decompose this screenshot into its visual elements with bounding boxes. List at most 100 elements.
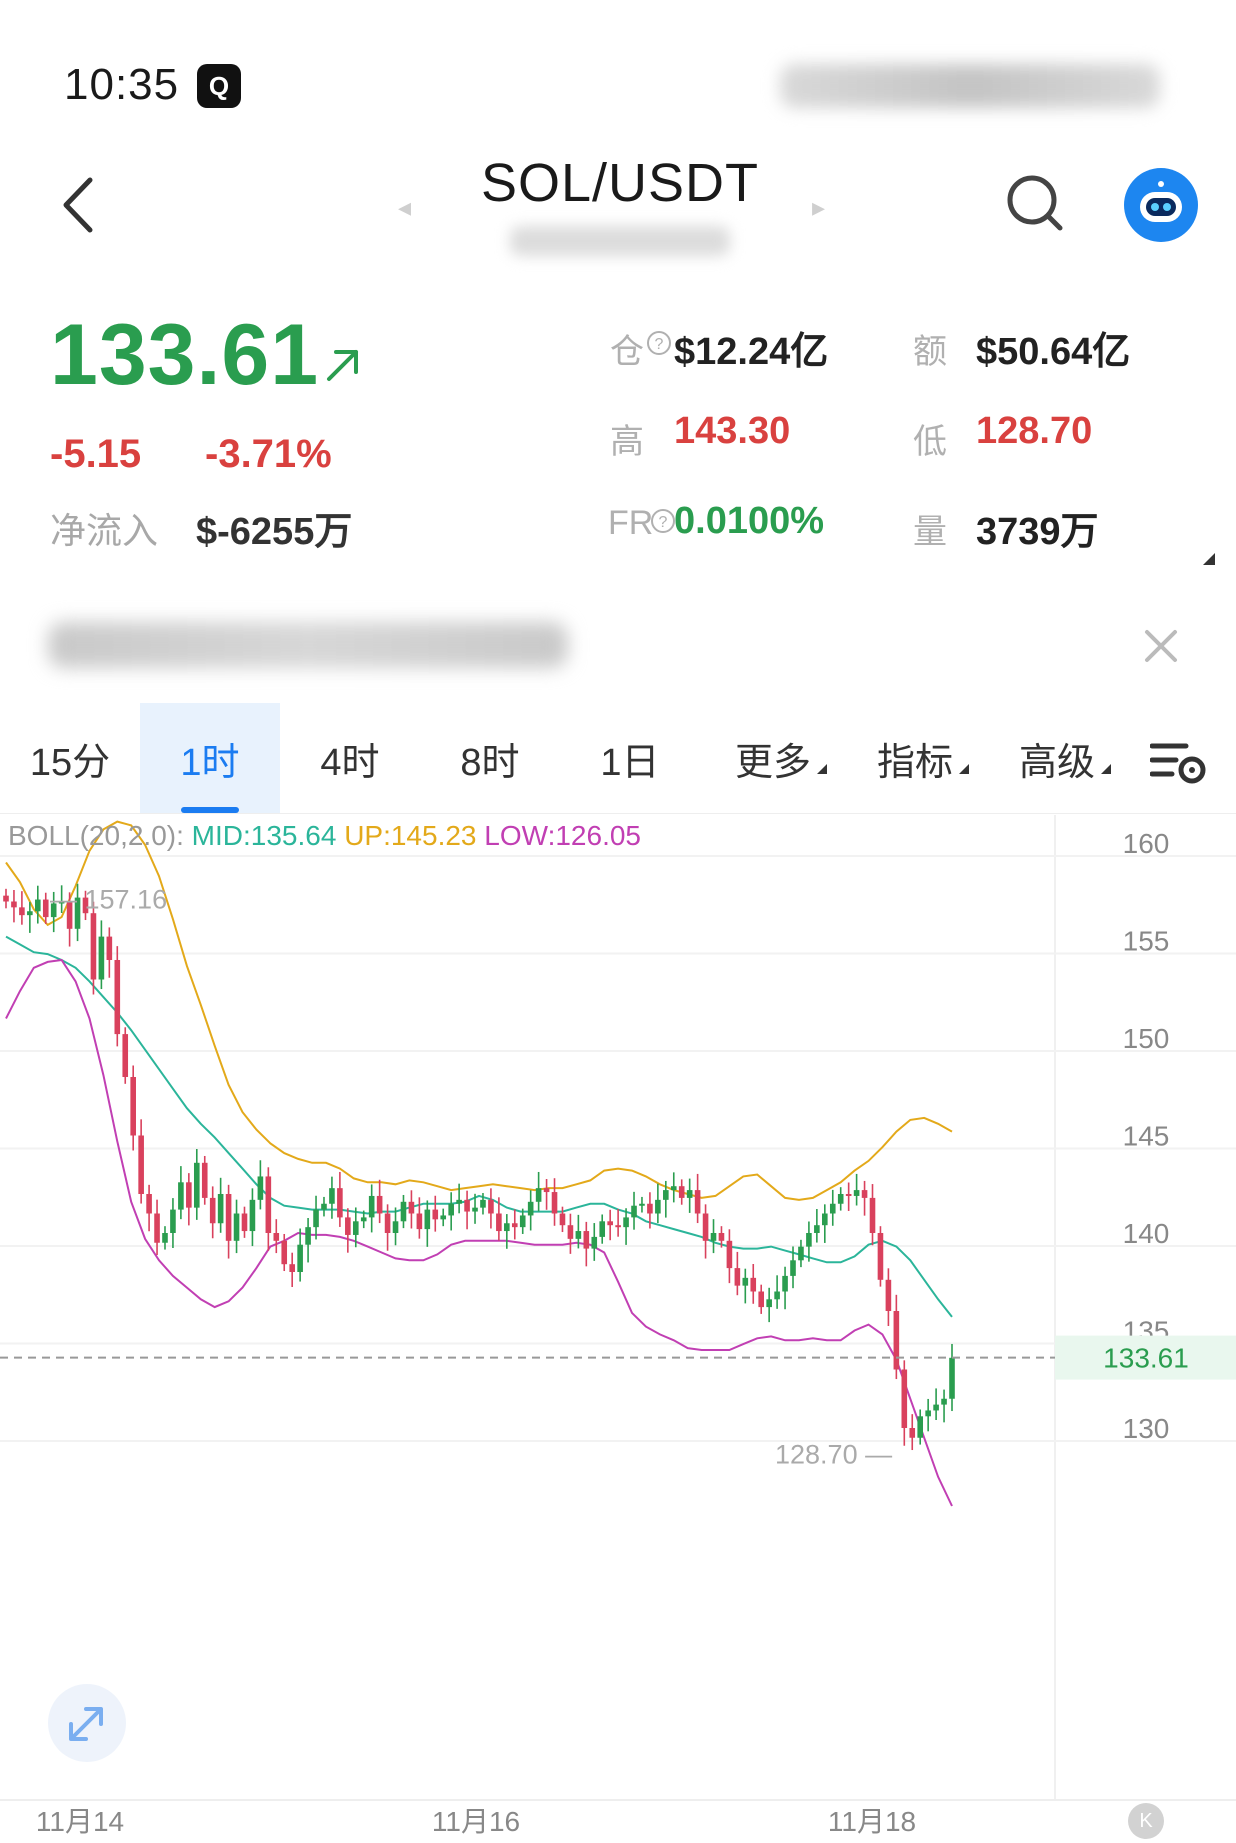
candle-body [663,1190,669,1200]
netflow-value: $-6255万 [196,511,353,553]
candle-body [877,1233,884,1280]
candle-body [209,1197,216,1224]
boll-mid-value: MID:135.64 [191,820,337,851]
expand-stats-icon[interactable] [1203,553,1215,565]
app-notification-icon: Q [197,64,241,108]
tab-more[interactable]: 更多 [716,703,846,813]
candle-body [98,936,105,980]
ad-banner-blurred[interactable] [48,622,568,668]
search-icon[interactable] [1004,172,1068,236]
chart-settings-icon[interactable] [1150,738,1208,788]
candle-body [599,1221,606,1237]
candle-body [511,1223,518,1228]
prev-pair-arrow-icon[interactable]: ◂ [398,192,411,223]
candle-body [869,1197,876,1233]
candle-body [257,1176,264,1200]
candle-body [488,1199,494,1214]
candle-body [766,1299,772,1308]
kline-chart[interactable]: 16015515014514013513011月14 11月16 11月18— 15… [0,815,1236,1843]
candle-body [400,1201,407,1222]
candle-body [567,1225,574,1239]
candle-body [543,1188,550,1193]
x-tick-label: 11月14 [36,1806,124,1837]
tab-8h[interactable]: 8时 [430,703,550,813]
high-value: 143.30 [674,410,791,452]
candle-body [829,1203,836,1214]
candle-body [289,1264,295,1272]
y-tick-label: 145 [1123,1121,1170,1152]
y-tick-label: 140 [1123,1218,1170,1249]
candle-body [27,911,33,916]
candle-body [893,1311,900,1370]
price-change-pct: -3.71% [205,432,332,476]
candle-body [241,1213,248,1232]
boll-up-line [5,820,953,1201]
bot-avatar-icon[interactable] [1124,168,1198,242]
candle-body [734,1268,741,1286]
pair-title[interactable]: SOL/USDT [460,152,780,214]
candle-body [551,1192,558,1214]
tab-1d[interactable]: 1日 [570,703,690,813]
candle-body [750,1277,757,1292]
boll-up-value: UP:145.23 [344,820,477,851]
candle-body [718,1233,725,1241]
candle-body [670,1186,677,1191]
tab-indicators[interactable]: 指标 [858,703,988,813]
candle-body [591,1236,598,1249]
candle-body [193,1162,200,1208]
close-icon[interactable] [1135,620,1187,672]
expand-icon [69,1707,103,1741]
candle-body [806,1233,812,1247]
candle-body [42,899,49,918]
candle-body [694,1190,701,1214]
candle-body [424,1209,431,1230]
y-tick-label: 160 [1123,828,1170,859]
candle-body [106,936,113,960]
candle-body [583,1231,590,1249]
candle-body [472,1207,478,1212]
candle-body [639,1203,645,1206]
candle-body [273,1233,280,1241]
dropdown-icon [817,764,827,774]
back-icon[interactable] [50,170,110,240]
candle-body [432,1209,439,1220]
y-tick-label: 130 [1123,1413,1170,1444]
help-icon[interactable]: ? [646,330,672,356]
candle-body [615,1225,621,1228]
candle-body [130,1077,136,1136]
candle-body [162,1233,168,1243]
dropdown-icon [1101,764,1111,774]
tab-15m[interactable]: 15分 [10,703,130,813]
candle-body [496,1213,502,1232]
candle-body [853,1190,860,1196]
candle-body [90,913,97,980]
candle-body [11,901,17,908]
tab-1h[interactable]: 1时 [140,703,280,813]
candle-body [901,1369,908,1428]
candle-body [3,895,9,902]
y-tick-label: 155 [1123,926,1170,957]
candle-body [909,1428,916,1438]
candle-body [345,1217,351,1235]
tab-4h[interactable]: 4时 [290,703,410,813]
candle-body [726,1240,733,1269]
candle-body [146,1194,152,1214]
turnover-label: 额 [913,333,947,371]
dropdown-icon [959,764,969,774]
tab-advanced[interactable]: 高级 [1000,703,1130,813]
fullscreen-button[interactable] [48,1684,126,1762]
volume-value: 3739万 [976,511,1099,553]
boll-indicator-row: BOLL(20,2.0): MID:135.64 UP:145.23 LOW:1… [8,820,641,852]
candle-body [535,1188,542,1202]
y-tick-label: 150 [1123,1023,1170,1054]
boll-mid-line [5,935,953,1318]
chart-provider-logo-icon: K [1128,1803,1164,1839]
candle-body [233,1213,240,1241]
x-tick-label: 11月18 [828,1806,916,1837]
candle-body [138,1135,144,1194]
candle-body [384,1213,391,1233]
candle-body [281,1240,288,1265]
candle-body [822,1213,828,1226]
next-pair-arrow-icon[interactable]: ▸ [812,192,825,223]
help-icon[interactable]: ? [650,508,676,534]
